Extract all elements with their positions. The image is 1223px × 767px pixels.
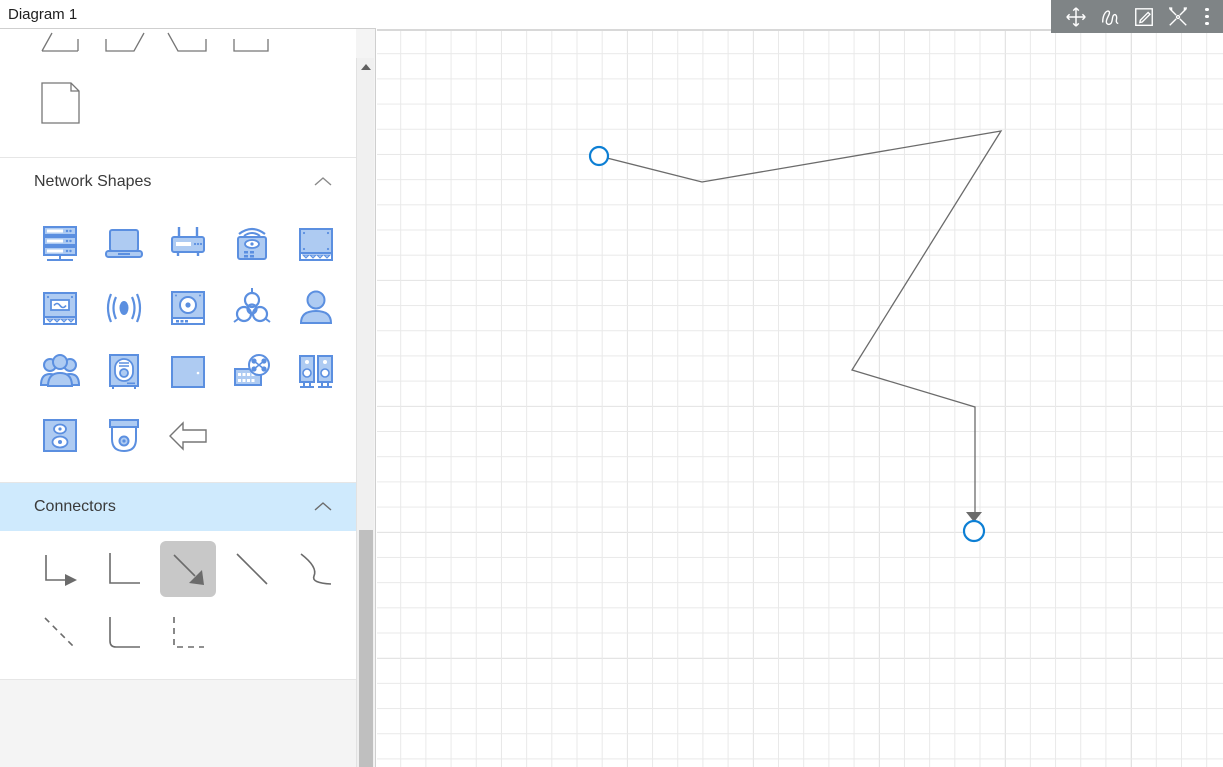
connector-rounded-orthogonal[interactable] xyxy=(92,601,156,665)
chevron-up-icon-connectors[interactable] xyxy=(312,500,334,514)
arrow-left-icon[interactable] xyxy=(156,404,220,468)
router-icon[interactable] xyxy=(156,212,220,276)
palette-section-network-shapes: Network Shapes xyxy=(0,158,356,483)
page-title: Diagram 1 xyxy=(8,5,78,23)
titlebar: Diagram 1 xyxy=(0,0,376,29)
section-header-connectors[interactable]: Connectors xyxy=(0,483,356,531)
more-options-kebab-icon[interactable] xyxy=(1197,2,1217,32)
connector-diagonal-dashed[interactable] xyxy=(28,601,92,665)
kebab-dot xyxy=(1205,14,1209,19)
shape-parallelogram-b[interactable] xyxy=(92,29,156,55)
network-shape-grid xyxy=(0,206,356,482)
network-hub-icon[interactable] xyxy=(220,340,284,404)
canvas-toolbar xyxy=(1051,0,1223,33)
shape-document-note[interactable] xyxy=(28,71,92,135)
server-rack-icon[interactable] xyxy=(28,212,92,276)
connector-diagonal-plain[interactable] xyxy=(220,537,284,601)
user-icon[interactable] xyxy=(284,276,348,340)
scribble-icon[interactable] xyxy=(1095,2,1125,32)
flowchart-shape-grid xyxy=(0,29,356,157)
diagram-editor-app: Diagram 1 Network Shapes Connectors xyxy=(0,0,1223,767)
connector-orthogonal-arrow[interactable] xyxy=(28,537,92,601)
shape-rectangle-open[interactable] xyxy=(220,29,284,55)
palette-scroll-content: Network Shapes Connectors xyxy=(0,29,356,680)
palette-scrollbar[interactable] xyxy=(356,58,374,767)
server-tower-icon[interactable] xyxy=(92,340,156,404)
users-group-icon[interactable] xyxy=(28,340,92,404)
kebab-dot xyxy=(1205,21,1209,26)
disk-drive-icon[interactable] xyxy=(156,276,220,340)
connector-orthogonal-plain[interactable] xyxy=(92,537,156,601)
section-header-network-shapes[interactable]: Network Shapes xyxy=(0,158,356,206)
connector-layer xyxy=(588,130,1003,543)
connector-diagonal-arrow[interactable] xyxy=(156,537,220,601)
section-title-network-shapes: Network Shapes xyxy=(34,173,152,190)
shape-parallelogram-a[interactable] xyxy=(28,29,92,55)
connector-orthogonal-dashed[interactable] xyxy=(156,601,220,665)
tools-icon[interactable] xyxy=(1163,2,1193,32)
diagram-canvas[interactable] xyxy=(377,29,1223,767)
laptop-icon[interactable] xyxy=(92,212,156,276)
edit-pencil-icon[interactable] xyxy=(1129,2,1159,32)
scrollbar-thumb[interactable] xyxy=(359,530,373,767)
speaker-icon[interactable] xyxy=(28,404,92,468)
section-title-connectors: Connectors xyxy=(34,498,116,515)
connector-end-handle[interactable] xyxy=(962,519,986,543)
shape-palette: Network Shapes Connectors xyxy=(0,29,376,767)
switch-panel-icon[interactable] xyxy=(284,212,348,276)
security-camera-icon[interactable] xyxy=(92,404,156,468)
pan-move-icon[interactable] xyxy=(1061,2,1091,32)
biohazard-icon[interactable] xyxy=(220,276,284,340)
wireless-access-point-icon[interactable] xyxy=(220,212,284,276)
kebab-dot xyxy=(1205,7,1209,12)
scrollbar-up-arrow[interactable] xyxy=(357,58,375,76)
palette-section-connectors: Connectors xyxy=(0,483,356,680)
shape-trapezoid[interactable] xyxy=(156,29,220,55)
modem-icon[interactable] xyxy=(28,276,92,340)
palette-section-flowchart xyxy=(0,29,356,158)
polyline-connector[interactable] xyxy=(598,130,1003,521)
wireless-signal-icon[interactable] xyxy=(92,276,156,340)
speakers-icon[interactable] xyxy=(284,340,348,404)
connector-grid xyxy=(0,531,356,679)
chevron-up-icon-network[interactable] xyxy=(312,175,334,189)
connector-start-handle[interactable] xyxy=(588,145,610,167)
blank-panel-icon[interactable] xyxy=(156,340,220,404)
connector-curved[interactable] xyxy=(284,537,348,601)
